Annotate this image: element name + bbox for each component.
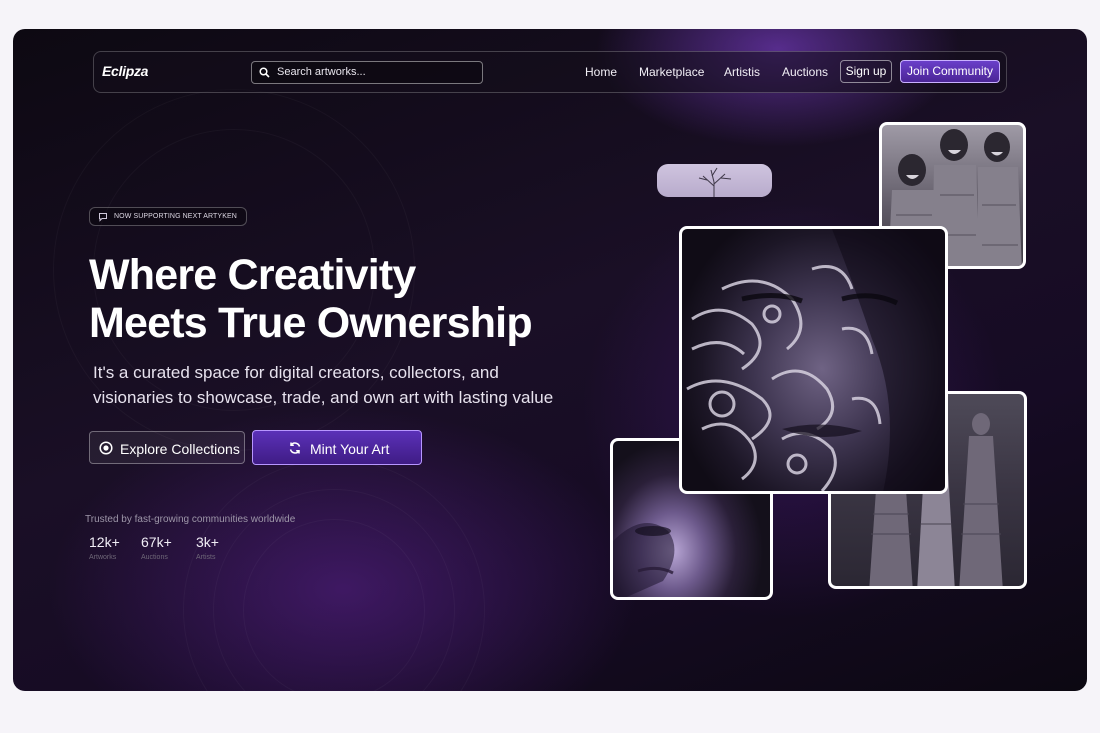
stat-artworks: 12k+ Artworks (89, 534, 120, 561)
subtitle-line-2: visionaries to showcase, trade, and own … (93, 388, 554, 407)
explore-collections-button[interactable]: Explore Collections (89, 431, 245, 464)
stat-label: Auctions (141, 554, 168, 561)
stat-value: 12k+ (89, 534, 120, 550)
search-icon (259, 67, 270, 78)
join-community-button[interactable]: Join Community (900, 60, 1000, 83)
tree-thumbnail-pill[interactable] (657, 164, 772, 197)
stat-artists: 3k+ Artists (196, 534, 219, 561)
hero-subtitle: It's a curated space for digital creator… (93, 360, 593, 410)
headline-line-1: Where Creativity (89, 251, 416, 299)
chat-bubble-icon (99, 213, 107, 222)
refresh-icon (289, 442, 301, 454)
stat-value: 67k+ (141, 534, 172, 550)
brand-logo[interactable]: Eclipza (102, 63, 148, 79)
hero-headline: Where Creativity Meets True Ownership (89, 251, 629, 347)
nav-link-marketplace[interactable]: Marketplace (639, 65, 704, 79)
stat-label: Artworks (89, 554, 117, 561)
target-icon (99, 441, 113, 455)
search-input[interactable]: Search artworks... (251, 61, 483, 84)
badge-text: NOW SUPPORTING NEXT ARTYKEN (114, 213, 237, 220)
mint-your-art-button[interactable]: Mint Your Art (252, 430, 422, 465)
announcement-badge[interactable]: NOW SUPPORTING NEXT ARTYKEN (89, 207, 247, 226)
sign-up-button[interactable]: Sign up (840, 60, 892, 83)
stat-value: 3k+ (196, 534, 219, 550)
nav-link-artists[interactable]: Artistis (724, 65, 760, 79)
mint-label: Mint Your Art (310, 441, 390, 457)
nav-link-auctions[interactable]: Auctions (782, 65, 828, 79)
background-swirl (243, 519, 425, 691)
trusted-text: Trusted by fast-growing communities worl… (85, 514, 296, 525)
search-placeholder: Search artworks... (277, 66, 366, 78)
top-navbar: Eclipza Search artworks... Home Marketpl… (93, 51, 1007, 93)
swirl-face-image (686, 229, 945, 491)
stat-auctions: 67k+ Auctions (141, 534, 172, 561)
headline-line-2: Meets True Ownership (89, 299, 533, 347)
artwork-card-swirl-face[interactable] (679, 226, 948, 494)
stat-label: Artists (196, 554, 216, 561)
explore-label: Explore Collections (120, 441, 240, 457)
tree-silhouette-image (698, 167, 732, 197)
subtitle-line-1: It's a curated space for digital creator… (93, 363, 499, 382)
nav-link-home[interactable]: Home (585, 65, 617, 79)
hero-frame: Eclipza Search artworks... Home Marketpl… (13, 29, 1087, 691)
